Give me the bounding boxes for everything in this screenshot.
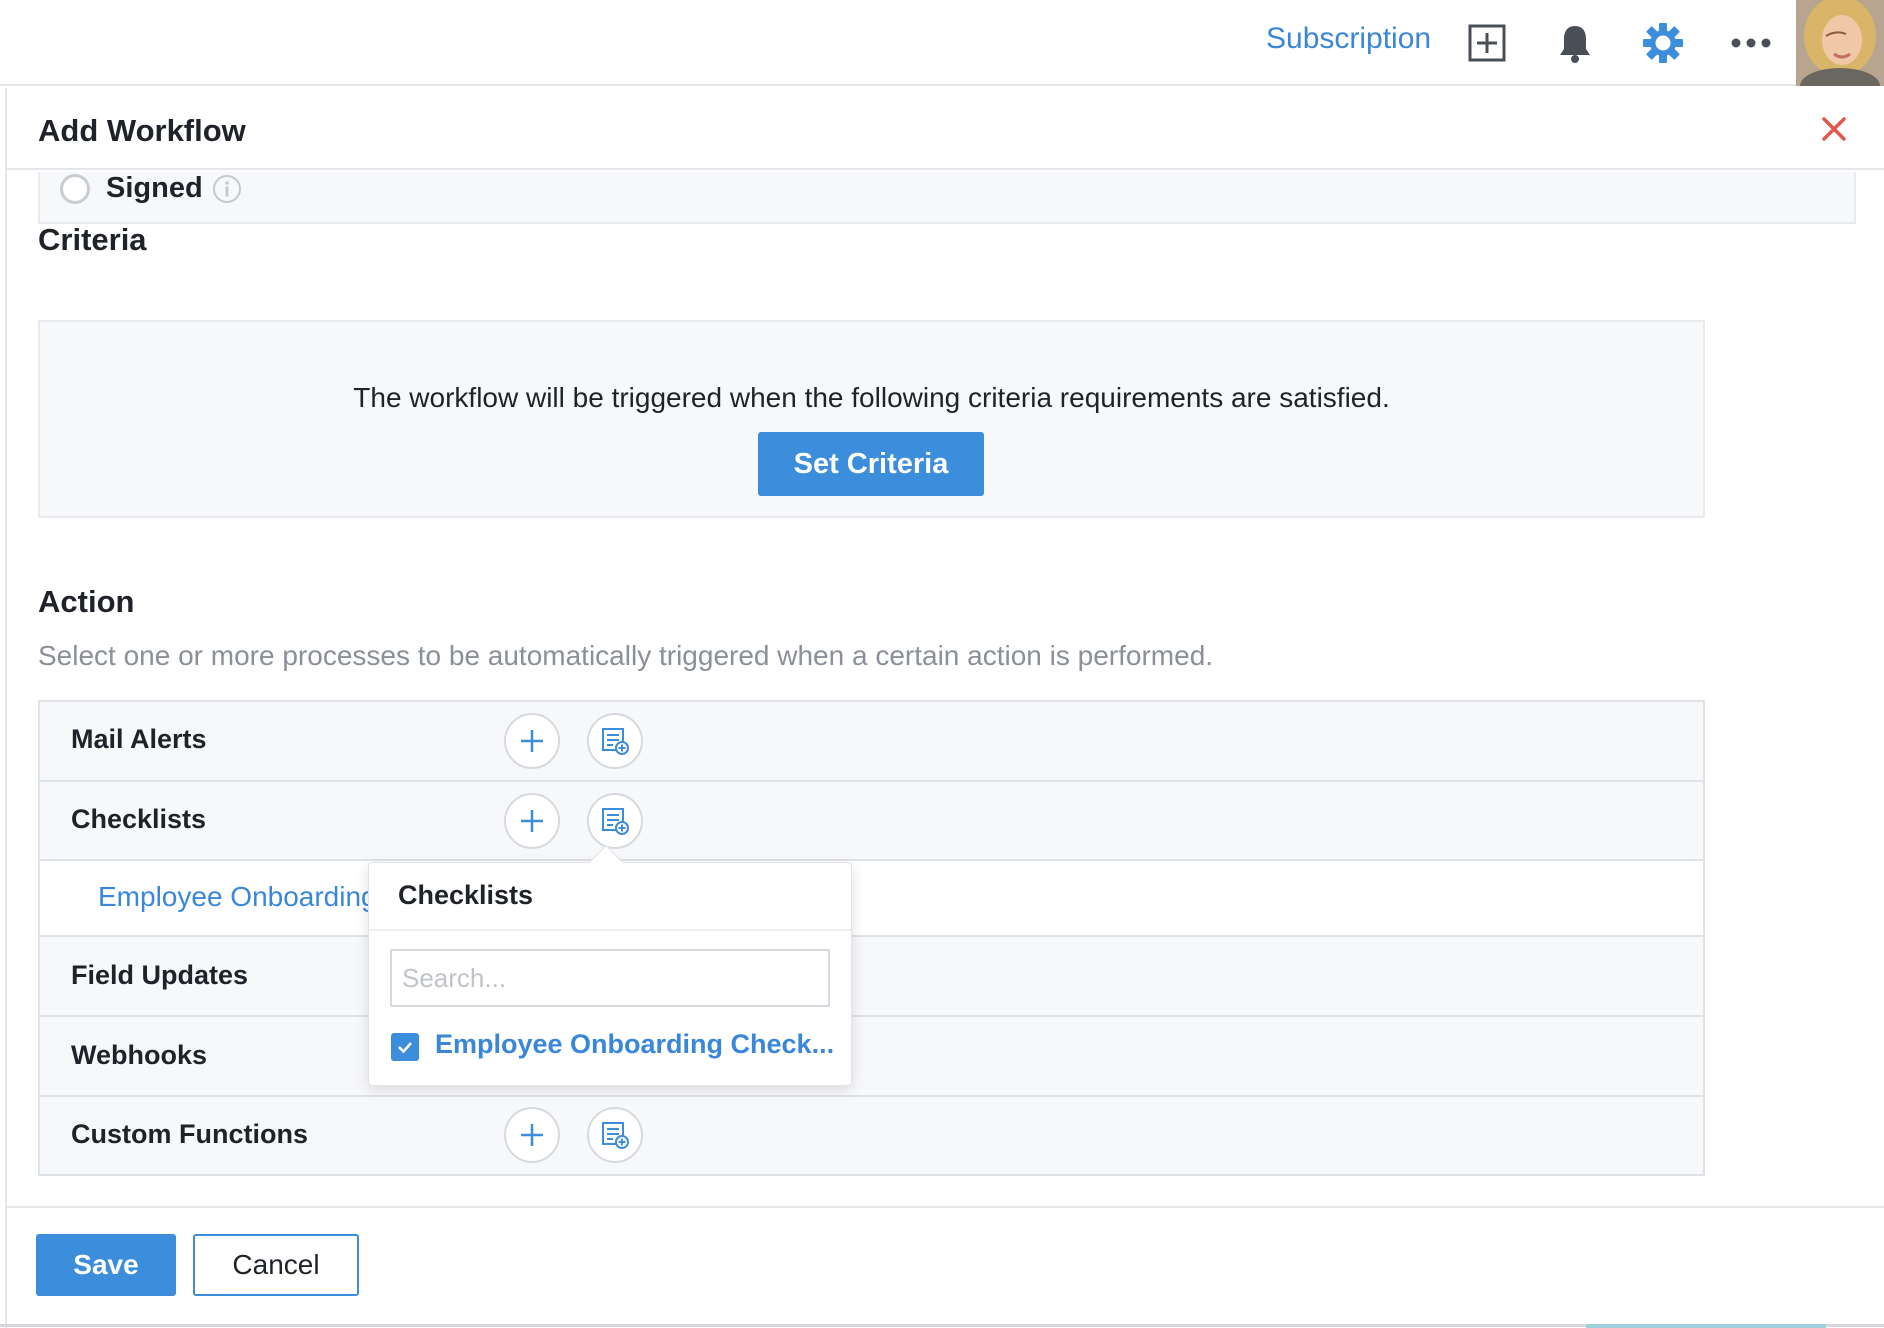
checklist-search-input[interactable] [390,949,830,1007]
add-checklist-button[interactable] [504,793,560,849]
action-row-label: Webhooks [71,1040,208,1070]
save-button[interactable]: Save [36,1234,176,1296]
info-icon[interactable] [212,174,242,204]
footer-divider [5,1206,1884,1208]
action-row-label: Mail Alerts [71,724,207,754]
checklist-item-label[interactable]: Employee Onboarding Check... [435,1029,834,1060]
panel-title: Add Workflow [38,113,246,148]
checklists-popover: Checklists Employee Onboarding Check... [368,862,852,1086]
add-custom-function-button[interactable] [504,1107,560,1163]
bell-icon[interactable] [1552,20,1598,66]
add-mail-alert-button[interactable] [504,713,560,769]
action-row-field-updates: Field Updates [40,937,1703,1017]
action-row-custom-functions: Custom Functions [40,1097,1703,1175]
action-row-webhooks: Webhooks [40,1017,1703,1097]
set-criteria-button[interactable]: Set Criteria [758,432,984,496]
action-row-checklists: Checklists [40,782,1703,861]
list-add-icon [602,728,629,755]
associated-checklist-row: Employee Onboarding [40,861,1703,937]
top-bar: Subscription [0,0,1884,86]
add-workflow-panel: Add Workflow Signed Criteria The workflo… [5,88,1884,1328]
more-horizontal-icon[interactable] [1728,20,1774,66]
checklist-item-checkbox[interactable] [391,1033,419,1061]
popover-title: Checklists [398,880,534,910]
signed-label: Signed [106,172,203,204]
action-row-mail-alerts: Mail Alerts [40,702,1703,782]
avatar[interactable] [1796,0,1884,86]
criteria-title: Criteria [38,222,147,257]
associate-mail-alert-button[interactable] [587,713,643,769]
list-add-icon [602,1122,629,1149]
action-row-label: Checklists [71,804,207,834]
subscription-link[interactable]: Subscription [1266,22,1431,56]
action-row-label: Custom Functions [71,1119,308,1149]
plus-icon [521,730,543,752]
cancel-button[interactable]: Cancel [193,1234,359,1296]
action-description: Select one or more processes to be autom… [38,640,1214,671]
check-icon [398,1042,412,1054]
plus-icon [521,810,543,832]
associate-checklist-button[interactable] [587,793,643,849]
associate-custom-function-button[interactable] [587,1107,643,1163]
criteria-description: The workflow will be triggered when the … [353,382,1390,413]
criteria-box: The workflow will be triggered when the … [38,320,1705,518]
action-table: Mail Alerts Checklists Employee Onboardi… [38,700,1705,1176]
action-title: Action [38,584,135,619]
close-icon[interactable] [1817,112,1851,146]
action-row-label: Field Updates [71,960,249,990]
plus-icon [521,1124,543,1146]
list-add-icon [602,808,629,835]
bottom-accent-bar [1586,1324,1826,1328]
add-square-icon[interactable] [1464,20,1510,66]
panel-header: Add Workflow [7,88,1884,170]
gear-icon[interactable] [1640,20,1686,66]
signed-radio[interactable] [60,174,90,204]
popover-divider [369,929,851,931]
trigger-options-box: Signed [38,172,1856,224]
associated-checklist-link[interactable]: Employee Onboarding [98,881,377,913]
